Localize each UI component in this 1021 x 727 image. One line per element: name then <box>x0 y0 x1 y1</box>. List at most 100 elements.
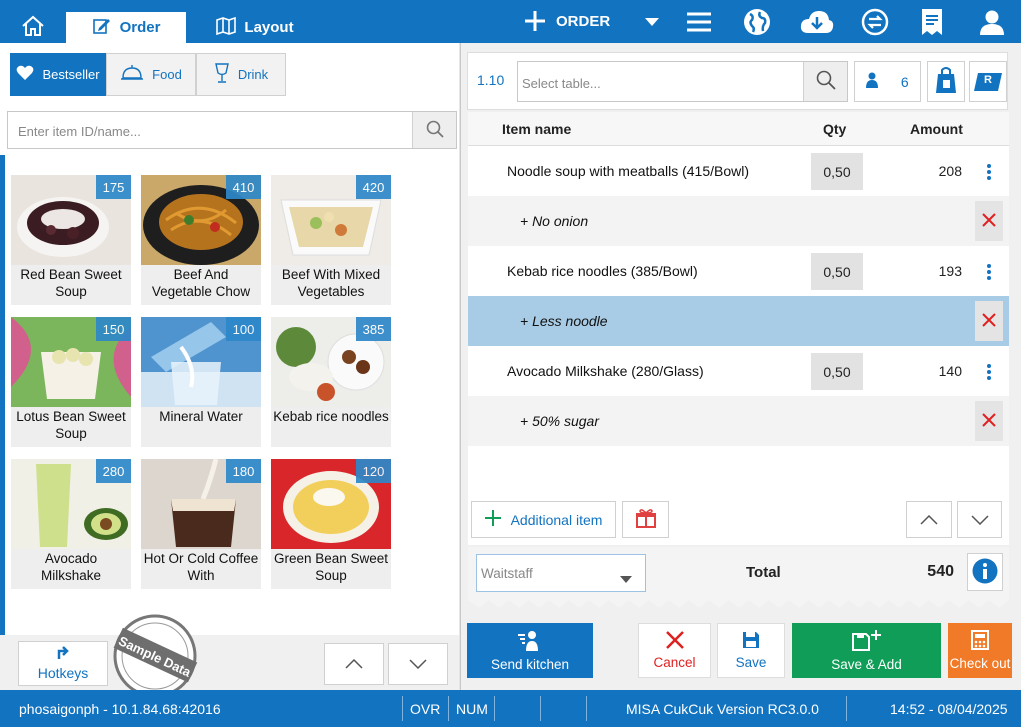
checkout-button[interactable]: Check out <box>948 623 1012 678</box>
cancel-label: Cancel <box>653 655 696 670</box>
menu-item-beef-and-vegetable-chow[interactable]: 410 Beef And Vegetable Chow <box>141 175 261 305</box>
order-line[interactable]: Avocado Milkshake (280/Glass) 0,50 140 <box>468 346 1009 396</box>
menu-item-green-bean-sweet-soup[interactable]: 120 Green Bean Sweet Soup <box>271 459 391 589</box>
hotkeys-button[interactable]: Hotkeys <box>18 641 108 686</box>
save-and-add-button[interactable]: Save & Add <box>792 623 941 678</box>
send-kitchen-label: Send kitchen <box>490 657 570 672</box>
table-search-button[interactable] <box>803 62 847 101</box>
order-note[interactable]: + No onion <box>468 196 1009 246</box>
host-info: phosaigonph - 10.1.84.68:42016 <box>19 700 221 717</box>
scroll-indicator[interactable] <box>0 155 5 635</box>
new-order-button[interactable]: ORDER <box>556 5 626 37</box>
price-badge: 280 <box>96 459 131 483</box>
status-separator <box>540 696 541 721</box>
delete-note-button[interactable] <box>975 301 1003 341</box>
item-name: Beef And Vegetable Chow <box>151 267 251 299</box>
promotion-button[interactable] <box>622 501 669 538</box>
column-qty: Qty <box>823 121 847 137</box>
guest-count: 6 <box>900 73 909 90</box>
tab-order[interactable]: Order <box>66 12 186 43</box>
send-kitchen-button[interactable]: Send kitchen <box>467 623 593 678</box>
item-name: Hot Or Cold Coffee With <box>143 551 259 583</box>
delete-note-button[interactable] <box>975 401 1003 441</box>
menu-item-kebab-rice-noodles[interactable]: 385 Kebab rice noodles <box>271 317 391 447</box>
globe-icon[interactable] <box>740 5 774 39</box>
plus-icon[interactable] <box>520 5 550 37</box>
menu-item-avocado-milkshake[interactable]: 280 Avocado Milkshake <box>11 459 131 589</box>
item-search-button[interactable] <box>412 112 456 148</box>
qty-button[interactable]: 0,50 <box>811 253 863 290</box>
chevron-down-icon[interactable] <box>640 8 664 36</box>
order-line-name: Kebab rice noodles (385/Bowl) <box>507 263 698 279</box>
menu-page-down-button[interactable] <box>388 643 448 685</box>
table-select-input[interactable] <box>522 74 792 92</box>
save-add-label: Save & Add <box>831 657 902 672</box>
person-icon <box>866 72 879 91</box>
order-line[interactable]: Noodle soup with meatballs (415/Bowl) 0,… <box>468 146 1009 196</box>
more-options-icon[interactable] <box>975 153 1003 190</box>
tab-layout[interactable]: Layout <box>200 12 310 43</box>
save-button[interactable]: Save <box>717 623 785 678</box>
cancel-button[interactable]: Cancel <box>638 623 711 678</box>
order-line[interactable]: Kebab rice noodles (385/Bowl) 0,50 193 <box>468 246 1009 296</box>
item-search-input[interactable] <box>18 122 408 140</box>
status-bar: phosaigonph - 10.1.84.68:42016 OVR NUM M… <box>0 690 1021 727</box>
more-options-icon[interactable] <box>975 253 1003 290</box>
menu-item-hot-or-cold-coffee[interactable]: 180 Hot Or Cold Coffee With <box>141 459 261 589</box>
menu-panel: Bestseller Food Drink 175 Red Bean Sweet… <box>0 43 459 698</box>
order-scroll-down-button[interactable] <box>957 501 1002 538</box>
category-drink[interactable]: Drink <box>196 53 286 96</box>
order-line-name: Noodle soup with meatballs (415/Bowl) <box>507 163 750 179</box>
num-indicator: NUM <box>456 700 488 717</box>
datetime: 14:52 - 08/04/2025 <box>890 700 1008 717</box>
guest-count-button[interactable]: 6 <box>854 61 921 102</box>
top-bar: Order Layout ORDER <box>0 0 1021 43</box>
order-line-name: Avocado Milkshake (280/Glass) <box>507 363 704 379</box>
save-label: Save <box>735 655 767 670</box>
menu-icon[interactable] <box>684 7 714 37</box>
takeaway-button[interactable] <box>927 61 965 102</box>
menu-item-mineral-water[interactable]: 100 Mineral Water <box>141 317 261 447</box>
category-bestseller[interactable]: Bestseller <box>10 53 106 96</box>
receipt-icon[interactable] <box>917 6 947 38</box>
status-separator <box>846 696 847 721</box>
search-icon <box>816 70 836 93</box>
price-badge: 385 <box>356 317 391 341</box>
reservation-badge: R <box>984 73 992 86</box>
takeaway-bag-icon <box>934 66 958 97</box>
reservation-button[interactable]: R <box>969 61 1007 102</box>
order-note-selected[interactable]: + Less noodle <box>468 296 1009 346</box>
order-note[interactable]: + 50% sugar <box>468 396 1009 446</box>
order-line-amount: 140 <box>938 363 962 379</box>
arrow-up-right-icon <box>57 646 69 663</box>
price-badge: 180 <box>226 459 261 483</box>
user-icon[interactable] <box>976 6 1008 38</box>
close-icon <box>982 312 996 330</box>
additional-item-button[interactable]: Additional item <box>471 501 616 538</box>
menu-item-lotus-bean-sweet-soup[interactable]: 150 Lotus Bean Sweet Soup <box>11 317 131 447</box>
status-separator <box>494 696 495 721</box>
menu-page-up-button[interactable] <box>324 643 384 685</box>
sync-icon[interactable] <box>858 5 892 39</box>
more-options-icon[interactable] <box>975 353 1003 390</box>
floppy-disk-icon <box>742 631 760 652</box>
menu-item-red-bean-sweet-soup[interactable]: 175 Red Bean Sweet Soup <box>11 175 131 305</box>
calculator-icon <box>971 630 989 653</box>
menu-item-beef-with-mixed-vegetables[interactable]: 420 Beef With Mixed Vegetables <box>271 175 391 305</box>
order-scroll-up-button[interactable] <box>906 501 952 538</box>
cloud-download-icon[interactable] <box>797 6 837 38</box>
info-button[interactable] <box>967 553 1003 591</box>
hotkeys-label: Hotkeys <box>37 665 89 681</box>
item-name: Red Bean Sweet Soup <box>20 267 122 299</box>
close-icon <box>665 631 684 652</box>
waitstaff-placeholder: Waitstaff <box>481 566 533 581</box>
waitstaff-select[interactable]: Waitstaff <box>476 554 646 592</box>
home-icon[interactable] <box>14 8 52 43</box>
category-food[interactable]: Food <box>106 53 196 96</box>
qty-button[interactable]: 0,50 <box>811 153 863 190</box>
delete-note-button[interactable] <box>975 201 1003 241</box>
order-note-text: + No onion <box>520 213 589 229</box>
qty-button[interactable]: 0,50 <box>811 353 863 390</box>
total-value: 540 <box>927 563 954 580</box>
price-badge: 150 <box>96 317 131 341</box>
